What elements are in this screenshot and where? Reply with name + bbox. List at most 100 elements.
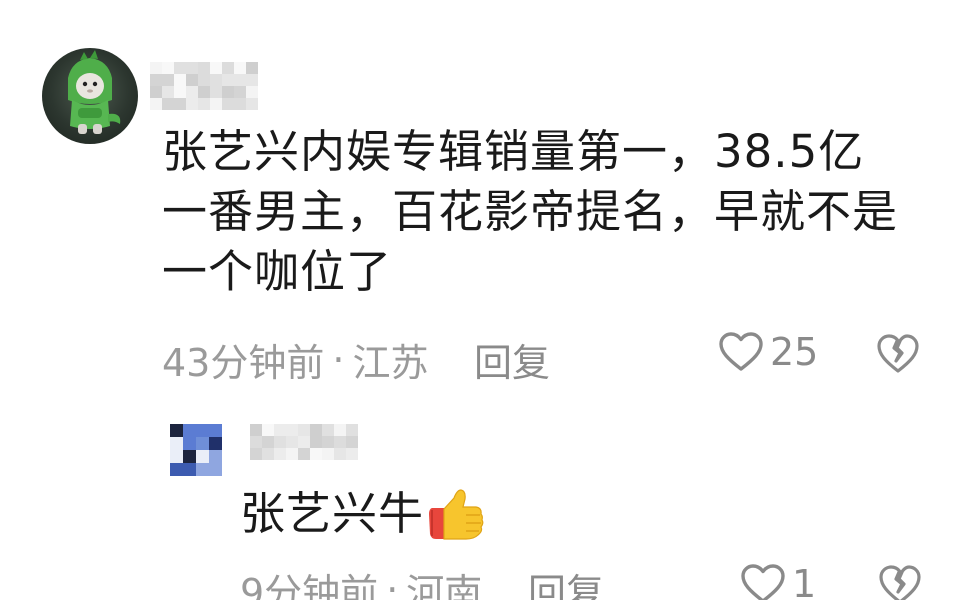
blur-pixel <box>186 86 198 98</box>
blur-pixel <box>222 62 234 74</box>
blur-pixel <box>286 448 298 460</box>
blur-pixel <box>209 463 222 476</box>
blur-pixel <box>234 98 246 110</box>
like-button[interactable]: 25 <box>718 330 818 374</box>
blur-pixel <box>170 450 183 463</box>
blur-pixel <box>196 450 209 463</box>
comment-text: 张艺兴牛 <box>240 487 425 540</box>
blur-pixel <box>246 98 258 110</box>
blur-pixel <box>250 436 262 448</box>
comment-text: 张艺兴内娱专辑销量第一，38.5亿一番男主，百花影帝提名，早就不是一个咖位了 <box>162 125 899 298</box>
heart-icon <box>741 564 785 600</box>
blur-pixel <box>286 424 298 436</box>
blur-pixel <box>196 463 209 476</box>
blur-pixel <box>262 436 274 448</box>
blur-pixel <box>298 424 310 436</box>
blur-pixel <box>322 448 334 460</box>
blur-pixel <box>298 448 310 460</box>
blur-pixel <box>198 86 210 98</box>
blur-pixel <box>150 86 162 98</box>
blur-pixel <box>150 74 162 86</box>
blur-pixel <box>150 98 162 110</box>
comment-time: 43分钟前 <box>162 341 325 385</box>
blur-pixel <box>250 424 262 436</box>
blur-pixel <box>170 437 183 450</box>
like-button[interactable]: 1 <box>740 562 816 600</box>
blur-pixel <box>183 450 196 463</box>
blur-pixel <box>174 74 186 86</box>
blur-pixel <box>234 74 246 86</box>
blur-pixel <box>174 98 186 110</box>
blur-pixel <box>346 436 358 448</box>
blur-pixel <box>209 437 222 450</box>
blur-pixel <box>222 74 234 86</box>
reply-button[interactable]: 回复 <box>474 332 550 387</box>
blur-pixel <box>322 424 334 436</box>
blur-pixel <box>196 437 209 450</box>
green-dragon-hoodie-avatar-icon <box>68 50 121 134</box>
blur-pixel <box>162 62 174 74</box>
blur-pixel <box>198 98 210 110</box>
blur-pixel <box>210 86 222 98</box>
blur-pixel <box>234 62 246 74</box>
blur-pixel <box>210 74 222 86</box>
blur-pixel <box>186 74 198 86</box>
blur-pixel <box>310 424 322 436</box>
username-blurred[interactable] <box>150 62 258 110</box>
comment-location: 河南 <box>406 571 483 600</box>
username-blurred[interactable] <box>250 424 358 460</box>
blur-pixel <box>222 98 234 110</box>
blur-pixel <box>262 448 274 460</box>
blur-pixel <box>174 62 186 74</box>
blur-pixel <box>246 86 258 98</box>
blur-pixel <box>174 86 186 98</box>
blur-pixel <box>334 436 346 448</box>
blur-pixel <box>209 450 222 463</box>
blur-pixel <box>346 448 358 460</box>
blur-pixel <box>274 436 286 448</box>
blur-pixel <box>198 74 210 86</box>
blur-pixel <box>162 98 174 110</box>
blur-pixel <box>196 424 209 437</box>
blur-pixel <box>322 436 334 448</box>
comment-thread: 张艺兴内娱专辑销量第一，38.5亿一番男主，百花影帝提名，早就不是一个咖位了 4… <box>0 0 970 600</box>
comment-location: 江苏 <box>352 341 429 385</box>
avatar[interactable] <box>170 424 222 476</box>
blur-pixel <box>183 463 196 476</box>
blur-pixel <box>246 62 258 74</box>
blur-pixel <box>274 424 286 436</box>
blur-pixel <box>246 74 258 86</box>
comment-time: 9分钟前 <box>240 571 379 600</box>
like-count: 1 <box>792 562 817 600</box>
blur-pixel <box>198 62 210 74</box>
meta-separator: · <box>332 337 345 382</box>
avatar[interactable] <box>42 48 138 144</box>
blur-pixel <box>334 424 346 436</box>
blur-pixel <box>298 436 310 448</box>
broken-heart-icon[interactable] <box>878 564 922 600</box>
thumbs-up-icon <box>429 489 484 540</box>
blur-pixel <box>250 448 262 460</box>
blur-pixel <box>274 448 286 460</box>
meta-separator: · <box>386 567 399 600</box>
blur-pixel <box>209 424 222 437</box>
blur-pixel <box>186 98 198 110</box>
blur-pixel <box>234 86 246 98</box>
blur-pixel <box>183 437 196 450</box>
heart-icon <box>719 332 763 371</box>
reply-text-row: 张艺兴牛 <box>240 486 488 542</box>
reply-button[interactable]: 回复 <box>528 562 604 600</box>
blur-pixel <box>183 424 196 437</box>
blur-pixel <box>162 86 174 98</box>
blur-pixel <box>262 424 274 436</box>
blur-pixel <box>150 62 162 74</box>
blur-pixel <box>210 98 222 110</box>
blur-pixel <box>346 424 358 436</box>
blur-pixel <box>310 448 322 460</box>
like-count: 25 <box>770 330 819 374</box>
blur-pixel <box>222 86 234 98</box>
blur-pixel <box>186 62 198 74</box>
blur-pixel <box>210 62 222 74</box>
broken-heart-icon[interactable] <box>876 333 920 375</box>
blur-pixel <box>170 424 183 437</box>
